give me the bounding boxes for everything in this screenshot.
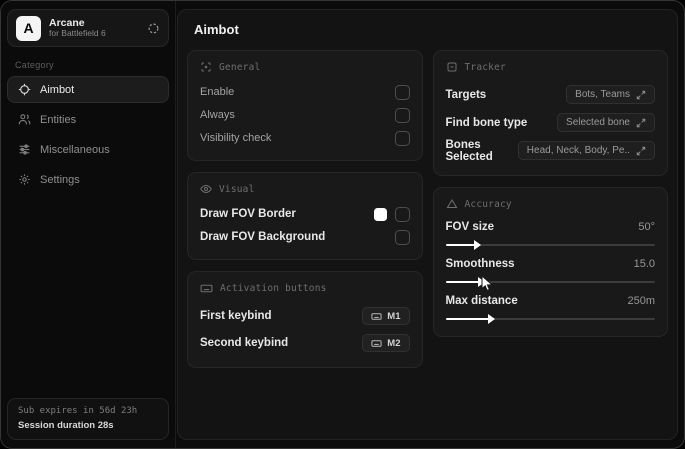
slider-value: 50° bbox=[638, 221, 655, 233]
setting-row: Targets Bots, Teams bbox=[445, 81, 655, 108]
expand-icon bbox=[636, 146, 646, 156]
setting-row: Bones Selected Head, Neck, Body, Pe.. bbox=[445, 137, 655, 164]
setting-row: Find bone type Selected bone bbox=[445, 109, 655, 136]
find-bone-type-dropdown[interactable]: Selected bone bbox=[557, 113, 655, 132]
fov-border-color-swatch[interactable] bbox=[373, 207, 387, 221]
general-card: General Enable Always Visibility check bbox=[187, 50, 423, 161]
setting-label: Draw FOV Background bbox=[200, 231, 326, 243]
slider-thumb[interactable] bbox=[473, 240, 481, 250]
activation-buttons-card: Activation buttons First keybind M1 Seco… bbox=[187, 271, 423, 368]
sidebar-item-miscellaneous[interactable]: Miscellaneous bbox=[7, 136, 169, 163]
sidebar-item-settings[interactable]: Settings bbox=[7, 166, 169, 193]
setting-row: First keybind M1 bbox=[200, 303, 410, 329]
targets-dropdown[interactable]: Bots, Teams bbox=[566, 85, 655, 104]
slider-label: FOV size bbox=[445, 221, 495, 233]
app-header-card: A Arcane for Battlefield 6 bbox=[7, 9, 169, 47]
max-distance-slider[interactable] bbox=[445, 314, 655, 324]
gear-icon bbox=[18, 173, 31, 186]
fov-size-slider[interactable] bbox=[445, 240, 655, 250]
visibility-check-checkbox[interactable] bbox=[394, 130, 410, 146]
app-logo: A bbox=[16, 15, 41, 41]
sidebar: A Arcane for Battlefield 6 Category Aimb… bbox=[1, 1, 176, 448]
app-subtitle: for Battlefield 6 bbox=[49, 28, 106, 39]
setting-row: Draw FOV Background bbox=[200, 226, 410, 248]
visual-card: Visual Draw FOV Border Draw FOV Backgrou… bbox=[187, 172, 423, 260]
setting-label: Bones Selected bbox=[445, 138, 493, 163]
left-column: General Enable Always Visibility check V… bbox=[187, 50, 423, 368]
sidebar-item-label: Entities bbox=[40, 113, 77, 126]
smoothness-slider-group: Smoothness 15.0 bbox=[445, 255, 655, 287]
page-title: Aimbot bbox=[194, 22, 239, 37]
setting-label: Find bone type bbox=[445, 116, 528, 129]
right-column: Tracker Targets Bots, Teams Find bone ty… bbox=[432, 50, 668, 337]
max-distance-slider-group: Max distance 250m bbox=[445, 292, 655, 324]
sub-expiry-text: Sub expires in 56d 23h bbox=[18, 406, 138, 416]
tracker-card: Tracker Targets Bots, Teams Find bone ty… bbox=[432, 50, 668, 176]
sidebar-nav: Aimbot Entities Miscellaneous Settings bbox=[7, 76, 169, 193]
app-window: A Arcane for Battlefield 6 Category Aimb… bbox=[0, 0, 685, 449]
dropdown-value: Head, Neck, Body, Pe.. bbox=[526, 145, 630, 156]
sidebar-item-entities[interactable]: Entities bbox=[7, 106, 169, 133]
dropdown-value: Selected bone bbox=[566, 117, 630, 128]
enable-checkbox[interactable] bbox=[394, 84, 410, 100]
second-keybind-button[interactable]: M2 bbox=[362, 334, 410, 352]
sidebar-item-label: Settings bbox=[40, 173, 80, 186]
triangle-icon bbox=[446, 198, 458, 210]
sidebar-item-label: Aimbot bbox=[40, 83, 75, 96]
section-title: Activation buttons bbox=[220, 283, 327, 294]
section-title: Tracker bbox=[464, 61, 506, 73]
session-duration-text: Session duration 28s bbox=[18, 420, 114, 431]
first-keybind-button[interactable]: M1 bbox=[362, 307, 410, 325]
draw-fov-border-checkbox[interactable] bbox=[394, 206, 410, 222]
slider-label: Smoothness bbox=[445, 258, 515, 270]
always-checkbox[interactable] bbox=[394, 107, 410, 123]
sliders-icon bbox=[18, 143, 31, 156]
setting-label: Draw FOV Border bbox=[200, 208, 296, 220]
setting-row: Visibility check bbox=[200, 127, 410, 149]
subscription-info-card: Sub expires in 56d 23h Session duration … bbox=[7, 398, 169, 440]
sidebar-item-label: Miscellaneous bbox=[40, 143, 110, 156]
crosshair-icon bbox=[18, 83, 31, 96]
setting-row: Draw FOV Border bbox=[200, 203, 410, 225]
eye-icon bbox=[200, 183, 212, 195]
fov-size-slider-group: FOV size 50° bbox=[445, 218, 655, 250]
users-icon bbox=[18, 113, 31, 126]
slider-value: 15.0 bbox=[633, 258, 655, 270]
setting-row: Always bbox=[200, 104, 410, 126]
setting-label: Enable bbox=[200, 86, 235, 98]
dropdown-value: Bots, Teams bbox=[575, 89, 630, 100]
sync-icon[interactable] bbox=[147, 22, 160, 35]
setting-label: Visibility check bbox=[200, 132, 272, 144]
square-minus-icon bbox=[446, 61, 458, 73]
expand-icon bbox=[636, 118, 646, 128]
slider-thumb[interactable] bbox=[478, 277, 486, 287]
expand-icon bbox=[636, 90, 646, 100]
section-title: Visual bbox=[219, 183, 255, 195]
keybind-value: M1 bbox=[387, 310, 401, 322]
setting-label: First keybind bbox=[200, 310, 272, 322]
setting-row: Enable bbox=[200, 81, 410, 103]
sidebar-item-aimbot[interactable]: Aimbot bbox=[7, 76, 169, 103]
keybind-value: M2 bbox=[387, 337, 401, 349]
slider-thumb[interactable] bbox=[488, 314, 496, 324]
keyboard-icon bbox=[371, 311, 382, 322]
section-title: Accuracy bbox=[464, 198, 512, 210]
slider-label: Max distance bbox=[445, 295, 518, 307]
keyboard-icon bbox=[200, 282, 213, 295]
draw-fov-background-checkbox[interactable] bbox=[394, 229, 410, 245]
keyboard-icon bbox=[371, 338, 382, 349]
setting-label: Always bbox=[200, 109, 235, 121]
aimbot-panel: Aimbot General Enable Always Visibility … bbox=[177, 9, 678, 440]
setting-label: Targets bbox=[445, 88, 487, 101]
slider-value: 250m bbox=[627, 295, 655, 307]
accuracy-card: Accuracy FOV size 50° Smoothness 15.0 Ma… bbox=[432, 187, 668, 337]
section-title: General bbox=[219, 61, 261, 73]
smoothness-slider[interactable] bbox=[445, 277, 655, 287]
main-area: Aimbot General Enable Always Visibility … bbox=[176, 1, 684, 448]
bones-selected-dropdown[interactable]: Head, Neck, Body, Pe.. bbox=[517, 141, 655, 160]
category-label: Category bbox=[15, 60, 54, 70]
setting-row: Second keybind M2 bbox=[200, 330, 410, 356]
viewfinder-icon bbox=[200, 61, 212, 73]
setting-label: Second keybind bbox=[200, 337, 289, 349]
